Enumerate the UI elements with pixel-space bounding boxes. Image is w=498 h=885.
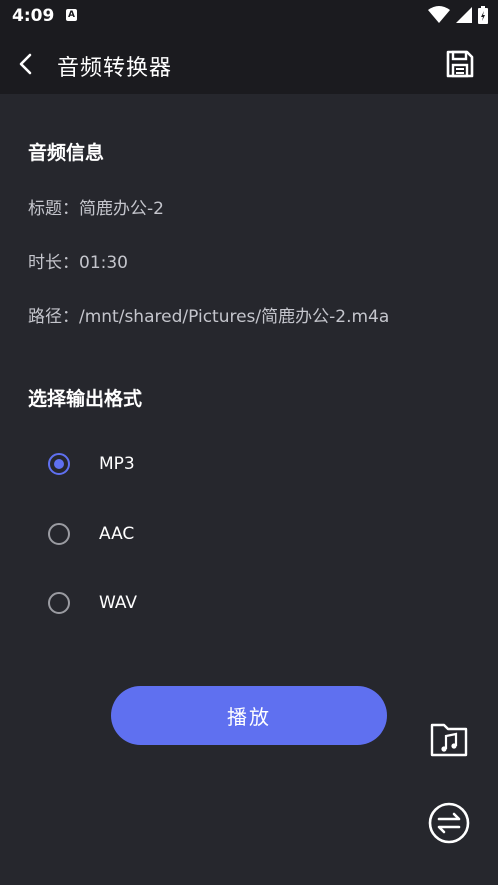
swap-arrows-icon [428, 802, 470, 844]
format-option-aac[interactable]: AAC [48, 516, 248, 552]
arrow-left-icon [19, 53, 32, 75]
format-option-label: MP3 [99, 454, 135, 474]
wifi-icon [428, 6, 450, 23]
output-format-heading: 选择输出格式 [28, 388, 143, 410]
cell-signal-icon [456, 7, 472, 23]
save-icon [446, 50, 474, 78]
radio-unchecked-icon[interactable] [48, 523, 70, 545]
play-button[interactable]: 播放 [111, 686, 387, 745]
audio-title-text: 标题：简鹿办公-2 [28, 199, 164, 219]
app-bar: 音频转换器 [0, 34, 498, 94]
status-bar: 4:09 A [0, 0, 498, 34]
status-icons [428, 6, 488, 24]
audio-path-text: 路径：/mnt/shared/Pictures/简鹿办公-2.m4a [28, 307, 390, 327]
save-button[interactable] [444, 48, 476, 80]
format-option-wav[interactable]: WAV [48, 585, 248, 621]
radio-checked-icon[interactable] [48, 453, 70, 475]
music-folder-icon [430, 723, 468, 757]
radio-unchecked-icon[interactable] [48, 592, 70, 614]
page-title: 音频转换器 [57, 56, 173, 81]
format-option-label: WAV [99, 593, 138, 613]
notification-icon: A [66, 9, 77, 21]
audio-duration-text: 时长：01:30 [28, 253, 128, 273]
back-button[interactable] [12, 50, 40, 78]
battery-icon [478, 6, 488, 24]
status-time: 4:09 [12, 6, 55, 26]
format-option-label: AAC [99, 524, 135, 544]
audio-info-heading: 音频信息 [28, 142, 105, 164]
convert-button[interactable] [426, 800, 472, 846]
format-option-mp3[interactable]: MP3 [48, 446, 248, 482]
music-folder-button[interactable] [426, 716, 472, 762]
